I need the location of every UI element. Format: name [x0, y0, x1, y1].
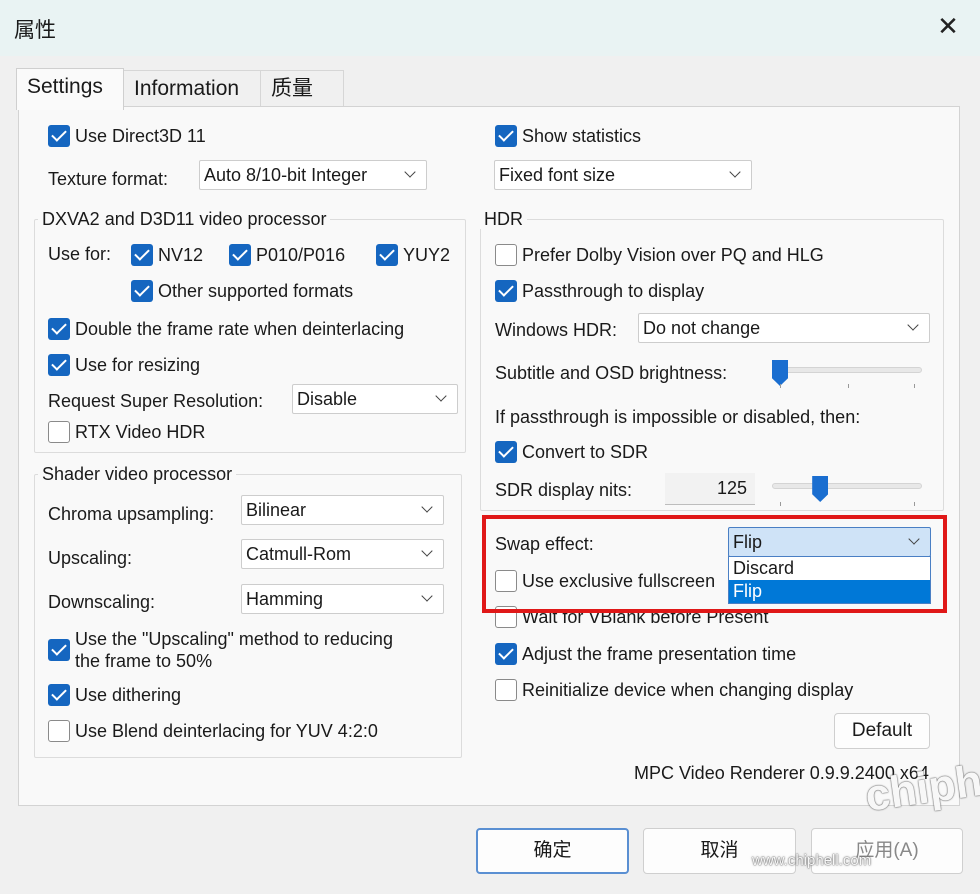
- dxva-group-title: DXVA2 and D3D11 video processor: [38, 209, 331, 229]
- texture-format-label: Texture format:: [48, 169, 169, 189]
- p010-checkbox[interactable]: [229, 244, 251, 266]
- brightness-slider[interactable]: [772, 360, 922, 390]
- sdr-nits-input[interactable]: 125: [665, 473, 755, 505]
- double-rate-label: Double the frame rate when deinterlacing: [75, 319, 405, 339]
- brightness-label: Subtitle and OSD brightness:: [495, 363, 728, 383]
- tab-information[interactable]: Information: [123, 70, 261, 108]
- dithering-checkbox[interactable]: [48, 684, 70, 706]
- slider-tick: [914, 502, 915, 506]
- chevron-down-icon: [435, 390, 447, 402]
- fallback-text: If passthrough is impossible or disabled…: [495, 407, 861, 427]
- p010-label: P010/P016: [256, 245, 346, 265]
- slider-tick: [780, 502, 781, 506]
- chevron-down-icon: [729, 166, 741, 178]
- yuy2-label: YUY2: [403, 245, 451, 265]
- chevron-down-icon: [421, 590, 433, 602]
- windows-hdr-label: Windows HDR:: [495, 320, 618, 340]
- sdr-nits-thumb[interactable]: [812, 476, 829, 502]
- rtx-hdr-checkbox[interactable]: [48, 421, 70, 443]
- adjust-time-checkbox[interactable]: [495, 643, 517, 665]
- use-for-label: Use for:: [48, 244, 112, 264]
- blend-label: Use Blend deinterlacing for YUV 4:2:0: [75, 721, 378, 741]
- rtx-hdr-label: RTX Video HDR: [75, 422, 206, 442]
- blend-checkbox[interactable]: [48, 720, 70, 742]
- title-bar: [0, 0, 980, 56]
- super-res-value: Disable: [297, 389, 358, 409]
- show-stats-checkbox[interactable]: [495, 125, 517, 147]
- show-stats-label: Show statistics: [522, 126, 642, 146]
- use-d3d11-label: Use Direct3D 11: [75, 126, 206, 146]
- window-title: 属性: [14, 19, 56, 42]
- default-button[interactable]: Default: [834, 713, 930, 749]
- watermark-logo: chiphell: [862, 749, 980, 821]
- reinit-checkbox[interactable]: [495, 679, 517, 701]
- chroma-value: Bilinear: [246, 500, 307, 520]
- convert-sdr-checkbox[interactable]: [495, 441, 517, 463]
- annotation-highlight-box: [482, 515, 947, 613]
- brightness-thumb[interactable]: [772, 360, 788, 386]
- chevron-down-icon: [404, 166, 416, 178]
- nv12-label: NV12: [158, 245, 204, 265]
- upscale-method-label-line2: the frame to 50%: [75, 651, 213, 671]
- shader-group-title: Shader video processor: [38, 464, 237, 484]
- sdr-nits-track: [772, 483, 922, 489]
- upscaling-label: Upscaling:: [48, 548, 133, 568]
- windows-hdr-select[interactable]: Do not change: [638, 313, 930, 343]
- downscaling-select[interactable]: Hamming: [241, 584, 444, 614]
- chevron-down-icon: [421, 501, 433, 513]
- resizing-checkbox[interactable]: [48, 354, 70, 376]
- close-icon[interactable]: ✕: [934, 12, 962, 40]
- ok-button[interactable]: 确定: [476, 828, 629, 874]
- reinit-label: Reinitialize device when changing displa…: [522, 680, 854, 700]
- super-res-label: Request Super Resolution:: [48, 391, 264, 411]
- use-d3d11-checkbox[interactable]: [48, 125, 70, 147]
- resizing-label: Use for resizing: [75, 355, 201, 375]
- upscaling-value: Catmull-Rom: [246, 544, 352, 564]
- yuy2-checkbox[interactable]: [376, 244, 398, 266]
- super-res-select[interactable]: Disable: [292, 384, 458, 414]
- upscale-method-checkbox[interactable]: [48, 639, 70, 661]
- slider-tick: [780, 384, 781, 388]
- hdr-group-title: HDR: [480, 209, 527, 229]
- double-rate-checkbox[interactable]: [48, 318, 70, 340]
- texture-format-value: Auto 8/10-bit Integer: [204, 165, 368, 185]
- passthrough-label: Passthrough to display: [522, 281, 705, 301]
- convert-sdr-label: Convert to SDR: [522, 442, 649, 462]
- windows-hdr-value: Do not change: [643, 318, 761, 338]
- dithering-label: Use dithering: [75, 685, 182, 705]
- chevron-down-icon: [421, 545, 433, 557]
- other-formats-label: Other supported formats: [158, 281, 354, 301]
- tab-quality[interactable]: 质量: [260, 70, 344, 108]
- downscaling-value: Hamming: [246, 589, 324, 609]
- upscaling-select[interactable]: Catmull-Rom: [241, 539, 444, 569]
- sdr-nits-slider[interactable]: [772, 476, 922, 506]
- dolby-checkbox[interactable]: [495, 244, 517, 266]
- other-formats-checkbox[interactable]: [131, 280, 153, 302]
- slider-tick: [848, 384, 849, 388]
- font-size-select[interactable]: Fixed font size: [494, 160, 752, 190]
- tab-settings[interactable]: Settings: [16, 68, 124, 110]
- slider-tick: [914, 384, 915, 388]
- dolby-label: Prefer Dolby Vision over PQ and HLG: [522, 245, 824, 265]
- nv12-checkbox[interactable]: [131, 244, 153, 266]
- upscale-method-label-line1: Use the "Upscaling" method to reducing: [75, 629, 393, 649]
- adjust-time-label: Adjust the frame presentation time: [522, 644, 797, 664]
- texture-format-select[interactable]: Auto 8/10-bit Integer: [199, 160, 427, 190]
- brightness-track: [772, 367, 922, 373]
- font-size-value: Fixed font size: [499, 165, 616, 185]
- chroma-select[interactable]: Bilinear: [241, 495, 444, 525]
- chroma-label: Chroma upsampling:: [48, 504, 215, 524]
- watermark-url: www.chiphell.com: [752, 852, 872, 869]
- sdr-nits-label: SDR display nits:: [495, 480, 633, 500]
- chevron-down-icon: [907, 319, 919, 331]
- downscaling-label: Downscaling:: [48, 592, 156, 612]
- passthrough-checkbox[interactable]: [495, 280, 517, 302]
